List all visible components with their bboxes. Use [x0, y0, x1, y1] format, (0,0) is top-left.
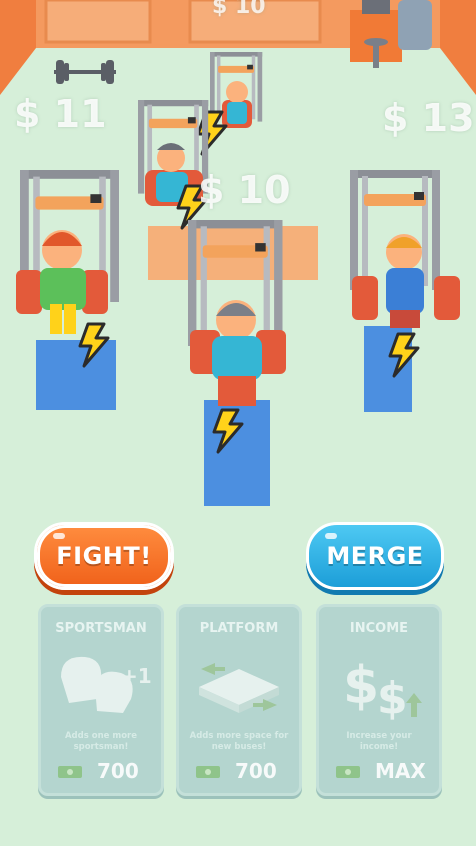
platform-expand-icon	[199, 663, 279, 713]
athlete-back	[222, 81, 252, 128]
slot-price-left[interactable]: $ 11	[14, 92, 107, 136]
card-title: PLATFORM	[199, 621, 279, 636]
card-title: SPORTSMAN	[55, 621, 147, 636]
fight-button-label: FIGHT!	[56, 542, 152, 570]
mat-left	[36, 340, 116, 410]
card-price: MAX	[375, 759, 426, 783]
dollar-signs-icon: $ $	[343, 656, 422, 724]
wall-window-left	[44, 0, 152, 44]
card-price: 700	[235, 759, 277, 783]
money-icon	[58, 766, 82, 778]
mat-center	[204, 400, 270, 506]
merge-button[interactable]: MERGE	[306, 522, 444, 590]
wall-price-label: $ 10	[212, 0, 266, 19]
svg-text:+1: +1	[121, 664, 151, 688]
slot-price-center[interactable]: $ 10	[198, 168, 291, 212]
barbell-icon	[54, 60, 116, 84]
gloss-highlight	[53, 533, 65, 539]
left-wall	[0, 0, 36, 95]
upgrade-card-sportsman[interactable]: SPORTSMAN +1 Adds one more sportsman! 70…	[38, 604, 164, 796]
boxing-gloves-icon: +1	[61, 656, 151, 713]
slot-price-right[interactable]: $ 13	[382, 96, 475, 140]
upgrade-card-income[interactable]: INCOME $ $ Increase your income! MAX	[316, 604, 442, 796]
card-price: 700	[97, 759, 139, 783]
svg-text:$: $	[343, 656, 379, 716]
card-title: INCOME	[349, 621, 409, 636]
right-wall	[440, 0, 476, 95]
svg-text:$: $	[377, 673, 408, 724]
athlete-right	[352, 234, 460, 328]
merge-button-label: MERGE	[326, 542, 424, 570]
upgrade-card-platform[interactable]: PLATFORM Adds more space for new buses! …	[176, 604, 302, 796]
money-icon	[196, 766, 220, 778]
gloss-highlight	[325, 533, 337, 539]
money-icon	[336, 766, 360, 778]
water-cooler	[398, 0, 432, 50]
card-description: Adds more space for new buses!	[189, 731, 289, 752]
card-description: Adds one more sportsman!	[64, 731, 138, 752]
athlete-left	[16, 230, 108, 334]
card-description: Increase your income!	[346, 731, 412, 752]
fight-button[interactable]: FIGHT!	[34, 522, 174, 590]
